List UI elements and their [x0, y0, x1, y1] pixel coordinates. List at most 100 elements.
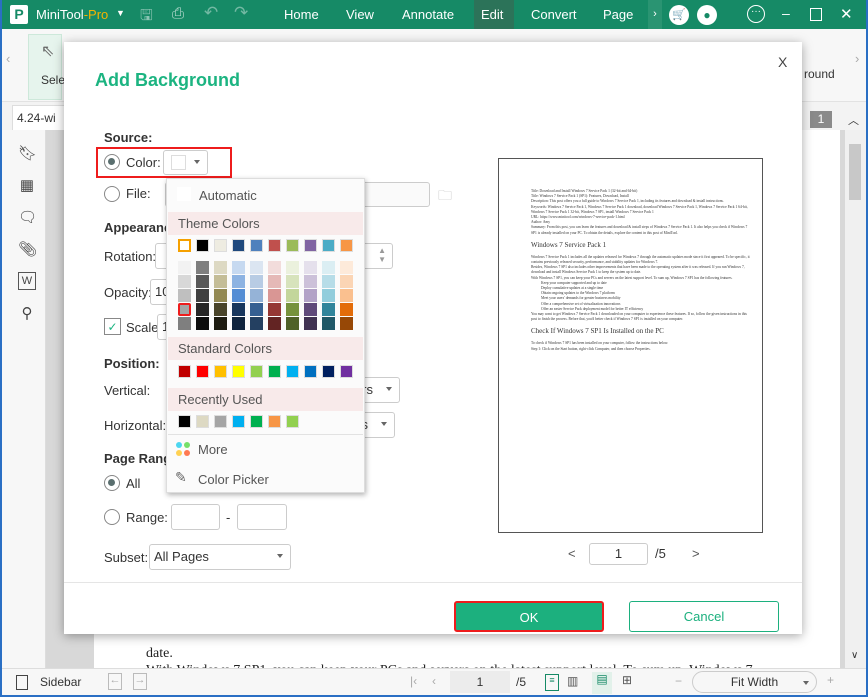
- theme-shade-swatch[interactable]: [304, 275, 317, 288]
- theme-shade-swatch[interactable]: [232, 261, 245, 274]
- background-tool-label[interactable]: round: [804, 67, 835, 81]
- theme-shade-swatch[interactable]: [232, 275, 245, 288]
- range-from-input[interactable]: [171, 504, 220, 530]
- menu-annotate[interactable]: Annotate: [402, 7, 454, 22]
- grid-view-icon[interactable]: ⊞: [622, 673, 632, 687]
- standard-color-swatch[interactable]: [268, 365, 281, 378]
- theme-shade-swatch[interactable]: [286, 289, 299, 302]
- standard-color-swatch[interactable]: [214, 365, 227, 378]
- standard-color-swatch[interactable]: [340, 365, 353, 378]
- theme-shade-swatch[interactable]: [250, 317, 263, 330]
- toolbar-scroll-right-icon[interactable]: ›: [855, 51, 859, 66]
- menu-page[interactable]: Page: [603, 7, 633, 22]
- theme-color-swatch[interactable]: [250, 239, 263, 252]
- ok-button[interactable]: OK: [454, 601, 604, 632]
- theme-shade-swatch[interactable]: [196, 317, 209, 330]
- theme-shade-swatch[interactable]: [232, 289, 245, 302]
- theme-shade-swatch[interactable]: [214, 261, 227, 274]
- redo-icon[interactable]: ↷: [234, 3, 248, 23]
- theme-shade-swatch[interactable]: [196, 275, 209, 288]
- sidebar-toggle-label[interactable]: Sidebar: [40, 675, 81, 689]
- theme-shade-swatch[interactable]: [250, 261, 263, 274]
- theme-shade-swatch[interactable]: [304, 261, 317, 274]
- theme-color-swatch[interactable]: [340, 239, 353, 252]
- theme-shade-swatch[interactable]: [286, 317, 299, 330]
- dialog-close-button[interactable]: X: [778, 54, 787, 70]
- theme-color-swatch[interactable]: [196, 239, 209, 252]
- standard-color-swatch[interactable]: [196, 365, 209, 378]
- theme-shade-swatch[interactable]: [286, 261, 299, 274]
- range-radio[interactable]: [104, 509, 120, 525]
- theme-shade-swatch[interactable]: [214, 303, 227, 316]
- theme-shade-swatch[interactable]: [304, 303, 317, 316]
- theme-shade-swatch[interactable]: [196, 261, 209, 274]
- theme-shade-swatch[interactable]: [196, 303, 209, 316]
- scroll-down-icon[interactable]: ∨: [851, 650, 858, 661]
- theme-shade-swatch[interactable]: [322, 303, 335, 316]
- sidebar-icon[interactable]: [16, 675, 28, 690]
- recent-color-swatch[interactable]: [268, 415, 281, 428]
- theme-shade-swatch[interactable]: [268, 289, 281, 302]
- standard-color-swatch[interactable]: [304, 365, 317, 378]
- theme-shade-swatch[interactable]: [322, 289, 335, 302]
- theme-shade-swatch[interactable]: [214, 289, 227, 302]
- theme-shade-swatch[interactable]: [322, 275, 335, 288]
- standard-color-swatch[interactable]: [250, 365, 263, 378]
- theme-shade-swatch[interactable]: [340, 303, 353, 316]
- recent-color-swatch[interactable]: [196, 415, 209, 428]
- recent-color-swatch[interactable]: [286, 415, 299, 428]
- standard-color-swatch[interactable]: [286, 365, 299, 378]
- theme-shade-swatch[interactable]: [304, 289, 317, 302]
- color-radio[interactable]: [104, 154, 120, 170]
- theme-shade-swatch[interactable]: [322, 261, 335, 274]
- theme-shade-swatch[interactable]: [340, 289, 353, 302]
- menu-edit[interactable]: Edit: [481, 7, 503, 22]
- theme-shade-swatch[interactable]: [232, 317, 245, 330]
- theme-color-swatch[interactable]: [232, 239, 245, 252]
- subset-select[interactable]: All Pages: [149, 544, 291, 570]
- vertical-scrollbar[interactable]: ∨: [845, 130, 866, 668]
- menu-view[interactable]: View: [346, 7, 374, 22]
- theme-shade-swatch[interactable]: [304, 317, 317, 330]
- single-page-view-icon[interactable]: ≡: [545, 674, 559, 691]
- theme-shade-swatch[interactable]: [178, 317, 191, 330]
- menu-more-chevron-icon[interactable]: ›: [648, 0, 662, 29]
- theme-color-swatch[interactable]: [322, 239, 335, 252]
- theme-shade-swatch[interactable]: [214, 317, 227, 330]
- attachment-icon[interactable]: 📎︎: [18, 240, 37, 258]
- preview-page-input[interactable]: 1: [589, 543, 648, 565]
- theme-shade-swatch[interactable]: [178, 289, 191, 302]
- thumbnails-icon[interactable]: ▦: [18, 176, 36, 194]
- preview-next-button[interactable]: >: [692, 546, 700, 561]
- color-dropdown[interactable]: [163, 150, 208, 175]
- theme-shade-swatch[interactable]: [340, 317, 353, 330]
- first-page-icon[interactable]: |‹: [410, 674, 417, 688]
- theme-shade-swatch[interactable]: [268, 303, 281, 316]
- theme-color-swatch[interactable]: [286, 239, 299, 252]
- theme-shade-swatch[interactable]: [250, 303, 263, 316]
- back-icon[interactable]: ←: [108, 673, 122, 690]
- search-icon[interactable]: ⚲: [18, 304, 36, 322]
- standard-color-swatch[interactable]: [178, 365, 191, 378]
- bookmark-icon[interactable]: 🔖︎: [18, 144, 37, 162]
- folder-icon[interactable]: 🗀: [438, 185, 452, 209]
- standard-color-swatch[interactable]: [232, 365, 245, 378]
- zoom-out-button[interactable]: −: [675, 674, 682, 688]
- toolbar-scroll-left-icon[interactable]: ‹: [6, 51, 10, 66]
- theme-shade-swatch[interactable]: [178, 275, 191, 288]
- recent-color-swatch[interactable]: [232, 415, 245, 428]
- theme-shade-swatch[interactable]: [196, 289, 209, 302]
- color-picker-option[interactable]: Color Picker: [198, 472, 269, 487]
- app-menu-dropdown-icon[interactable]: ▼: [116, 8, 125, 18]
- theme-shade-swatch[interactable]: [340, 261, 353, 274]
- print-icon[interactable]: ⎙: [172, 5, 184, 22]
- theme-shade-swatch[interactable]: [250, 289, 263, 302]
- theme-color-swatch[interactable]: [268, 239, 281, 252]
- theme-color-swatch[interactable]: [178, 239, 191, 252]
- theme-shade-swatch[interactable]: [322, 317, 335, 330]
- collapse-chevron-icon[interactable]: ︿: [848, 112, 859, 128]
- zoom-select[interactable]: Fit Width: [692, 671, 817, 693]
- theme-color-swatch[interactable]: [214, 239, 227, 252]
- theme-shade-swatch[interactable]: [286, 275, 299, 288]
- zoom-in-button[interactable]: +: [827, 673, 834, 687]
